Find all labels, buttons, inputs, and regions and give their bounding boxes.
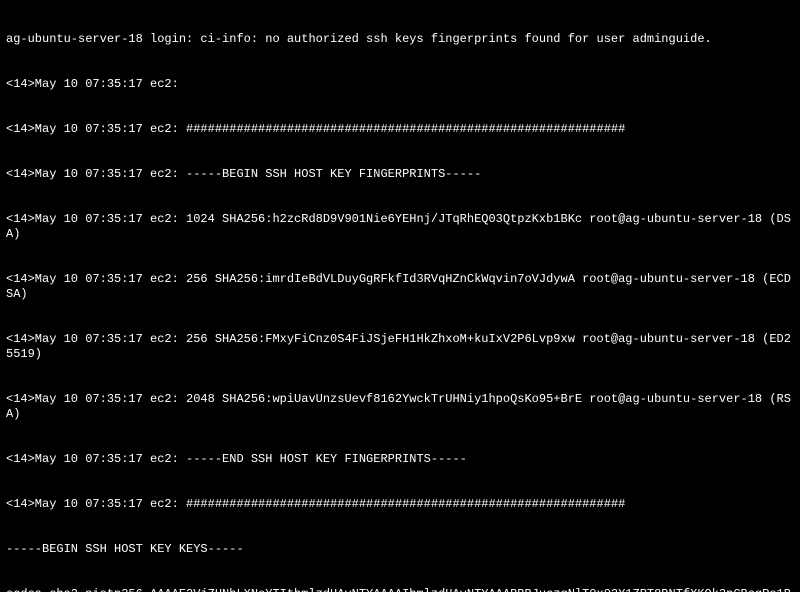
boot-line: <14>May 10 07:35:17 ec2: 256 SHA256:FMxy… — [6, 332, 794, 362]
boot-line: ecdsa-sha2-nistp256 AAAAE2VjZHNhLXNoYTIt… — [6, 587, 794, 592]
boot-line: ag-ubuntu-server-18 login: ci-info: no a… — [6, 32, 794, 47]
boot-line: <14>May 10 07:35:17 ec2: -----END SSH HO… — [6, 452, 794, 467]
boot-line: <14>May 10 07:35:17 ec2: -----BEGIN SSH … — [6, 167, 794, 182]
boot-line: <14>May 10 07:35:17 ec2: ###############… — [6, 497, 794, 512]
boot-line: -----BEGIN SSH HOST KEY KEYS----- — [6, 542, 794, 557]
boot-line: <14>May 10 07:35:17 ec2: ###############… — [6, 122, 794, 137]
boot-line: <14>May 10 07:35:17 ec2: 2048 SHA256:wpi… — [6, 392, 794, 422]
boot-line: <14>May 10 07:35:17 ec2: — [6, 77, 794, 92]
terminal-output: ag-ubuntu-server-18 login: ci-info: no a… — [0, 0, 800, 592]
boot-line: <14>May 10 07:35:17 ec2: 1024 SHA256:h2z… — [6, 212, 794, 242]
boot-line: <14>May 10 07:35:17 ec2: 256 SHA256:imrd… — [6, 272, 794, 302]
